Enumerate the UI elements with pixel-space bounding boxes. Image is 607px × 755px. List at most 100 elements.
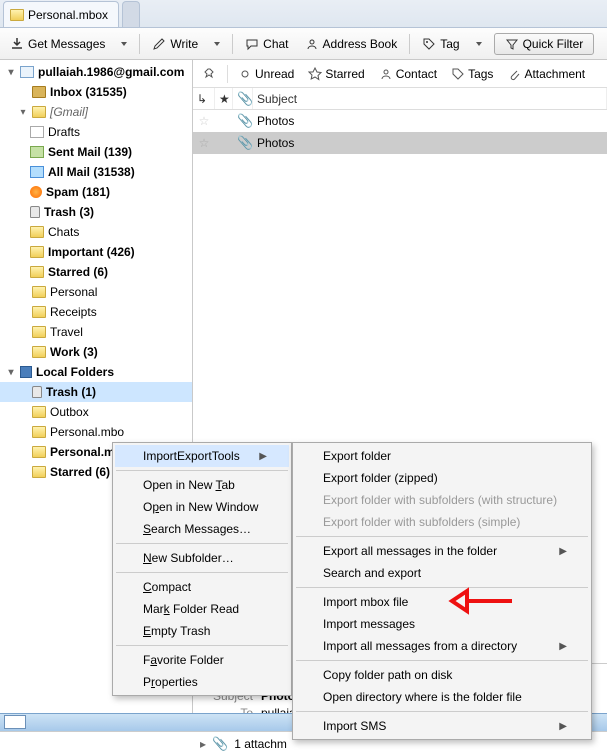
menu-import-all-from-directory[interactable]: Import all messages from a directory▶ bbox=[295, 635, 589, 657]
addressbook-icon bbox=[305, 37, 319, 51]
message-row[interactable]: ☆ 📎 Photos bbox=[193, 132, 607, 154]
folder-outbox[interactable]: Outbox bbox=[0, 402, 192, 422]
menu-compact[interactable]: Compact bbox=[115, 576, 289, 598]
filter-contact[interactable]: Contact bbox=[375, 65, 441, 83]
col-attachment[interactable]: 📎 bbox=[233, 88, 253, 109]
menu-favorite-folder[interactable]: Favorite Folder bbox=[115, 649, 289, 671]
folder-label: Work (3) bbox=[50, 345, 98, 359]
menu-import-sms[interactable]: Import SMS▶ bbox=[295, 715, 589, 737]
tag-button[interactable]: Tag bbox=[418, 35, 463, 53]
filter-starred[interactable]: Starred bbox=[304, 65, 368, 83]
tab-label: Personal.mbox bbox=[28, 8, 108, 22]
menu-label: Export folder with subfolders (simple) bbox=[323, 515, 520, 529]
folder-icon bbox=[32, 286, 46, 298]
taskbar-item[interactable] bbox=[4, 715, 26, 729]
tab-inactive[interactable] bbox=[122, 1, 140, 27]
outbox-icon bbox=[32, 406, 46, 418]
paperclip-icon: 📎 bbox=[237, 91, 253, 107]
folder-work[interactable]: Work (3) bbox=[0, 342, 192, 362]
quick-filter-button[interactable]: Quick Filter bbox=[494, 33, 595, 55]
paperclip-icon: 📎 bbox=[237, 135, 253, 150]
menu-open-new-window[interactable]: Open in New Window bbox=[115, 496, 289, 518]
menu-export-folder[interactable]: Export folder bbox=[295, 445, 589, 467]
chat-button[interactable]: Chat bbox=[241, 35, 292, 53]
account-icon bbox=[20, 66, 34, 78]
menu-separator bbox=[116, 470, 288, 471]
import-export-submenu: Export folder Export folder (zipped) Exp… bbox=[292, 442, 592, 740]
menu-label: Search and export bbox=[323, 566, 421, 580]
write-dropdown[interactable] bbox=[210, 40, 224, 48]
menu-separator bbox=[296, 711, 588, 712]
folder-local-trash[interactable]: Trash (1) bbox=[0, 382, 192, 402]
filter-attachment[interactable]: Attachment bbox=[503, 65, 589, 83]
submenu-arrow-icon: ▶ bbox=[259, 451, 267, 462]
star-icon[interactable]: ☆ bbox=[199, 136, 210, 150]
folder-icon bbox=[32, 446, 46, 458]
tab-active[interactable]: Personal.mbox bbox=[3, 1, 119, 27]
menu-new-subfolder[interactable]: New Subfolder… bbox=[115, 547, 289, 569]
folder-sent[interactable]: Sent Mail (139) bbox=[0, 142, 192, 162]
folder-important[interactable]: Important (426) bbox=[0, 242, 192, 262]
folder-starred[interactable]: Starred (6) bbox=[0, 262, 192, 282]
folder-trash[interactable]: Trash (3) bbox=[0, 202, 192, 222]
menu-separator bbox=[296, 536, 588, 537]
filter-label: Starred bbox=[325, 67, 364, 81]
twisty-icon[interactable]: ▾ bbox=[6, 367, 16, 378]
paperclip-icon: 📎 bbox=[212, 736, 228, 752]
folder-label: Local Folders bbox=[36, 365, 114, 379]
folder-chats[interactable]: Chats bbox=[0, 222, 192, 242]
folder-spam[interactable]: Spam (181) bbox=[0, 182, 192, 202]
filter-tags[interactable]: Tags bbox=[447, 65, 497, 83]
col-thread[interactable]: ↳ bbox=[193, 88, 215, 109]
menu-export-folder-zipped[interactable]: Export folder (zipped) bbox=[295, 467, 589, 489]
folder-icon bbox=[32, 106, 46, 118]
chevron-down-icon bbox=[476, 42, 482, 46]
local-folders-node[interactable]: ▾ Local Folders bbox=[0, 362, 192, 382]
folder-drafts[interactable]: Drafts bbox=[0, 122, 192, 142]
col-star[interactable]: ★ bbox=[215, 88, 233, 109]
folder-receipts[interactable]: Receipts bbox=[0, 302, 192, 322]
pin-toggle[interactable] bbox=[199, 65, 221, 83]
tag-label: Tag bbox=[440, 37, 459, 51]
funnel-icon bbox=[505, 37, 519, 51]
menu-import-export-tools[interactable]: ImportExportTools▶ bbox=[115, 445, 289, 467]
menu-label: Search Messages… bbox=[143, 522, 251, 536]
twisty-icon[interactable]: ▾ bbox=[6, 67, 16, 78]
folder-personal-mbox-1[interactable]: Personal.mbo bbox=[0, 422, 192, 442]
menu-open-new-tab[interactable]: Open in New Tab bbox=[115, 474, 289, 496]
menu-mark-folder-read[interactable]: Mark Folder Read bbox=[115, 598, 289, 620]
pencil-icon bbox=[152, 37, 166, 51]
menu-search-messages[interactable]: Search Messages… bbox=[115, 518, 289, 540]
get-messages-button[interactable]: Get Messages bbox=[6, 35, 109, 53]
folder-gmail[interactable]: ▾[Gmail] bbox=[0, 102, 192, 122]
twisty-icon[interactable]: ▾ bbox=[18, 107, 28, 118]
col-subject[interactable]: Subject bbox=[253, 88, 607, 109]
menu-label: New Subfolder… bbox=[143, 551, 234, 565]
filter-unread[interactable]: Unread bbox=[234, 65, 298, 83]
folder-personal[interactable]: Personal bbox=[0, 282, 192, 302]
menu-label: Export folder with subfolders (with stru… bbox=[323, 493, 557, 507]
flame-icon bbox=[30, 186, 42, 198]
folder-inbox[interactable]: Inbox (31535) bbox=[0, 82, 192, 102]
folder-travel[interactable]: Travel bbox=[0, 322, 192, 342]
write-button[interactable]: Write bbox=[148, 35, 202, 53]
menu-open-directory[interactable]: Open directory where is the folder file bbox=[295, 686, 589, 708]
menu-properties[interactable]: Properties bbox=[115, 671, 289, 693]
menu-export-all-messages[interactable]: Export all messages in the folder▶ bbox=[295, 540, 589, 562]
tag-dropdown[interactable] bbox=[472, 40, 486, 48]
menu-copy-folder-path[interactable]: Copy folder path on disk bbox=[295, 664, 589, 686]
folder-icon bbox=[32, 346, 46, 358]
folder-label: Outbox bbox=[50, 405, 89, 419]
menu-import-mbox-file[interactable]: Import mbox file bbox=[295, 591, 589, 613]
message-row[interactable]: ☆ 📎 Photos bbox=[193, 110, 607, 132]
get-messages-dropdown[interactable] bbox=[117, 40, 131, 48]
menu-search-and-export[interactable]: Search and export bbox=[295, 562, 589, 584]
folder-all-mail[interactable]: All Mail (31538) bbox=[0, 162, 192, 182]
folder-label: Trash (3) bbox=[44, 205, 94, 219]
twisty-icon[interactable]: ▸ bbox=[200, 737, 206, 751]
account-node[interactable]: ▾ pullaiah.1986@gmail.com bbox=[0, 62, 192, 82]
menu-import-messages[interactable]: Import messages bbox=[295, 613, 589, 635]
address-book-button[interactable]: Address Book bbox=[301, 35, 402, 53]
menu-empty-trash[interactable]: Empty Trash bbox=[115, 620, 289, 642]
star-icon[interactable]: ☆ bbox=[199, 114, 210, 128]
